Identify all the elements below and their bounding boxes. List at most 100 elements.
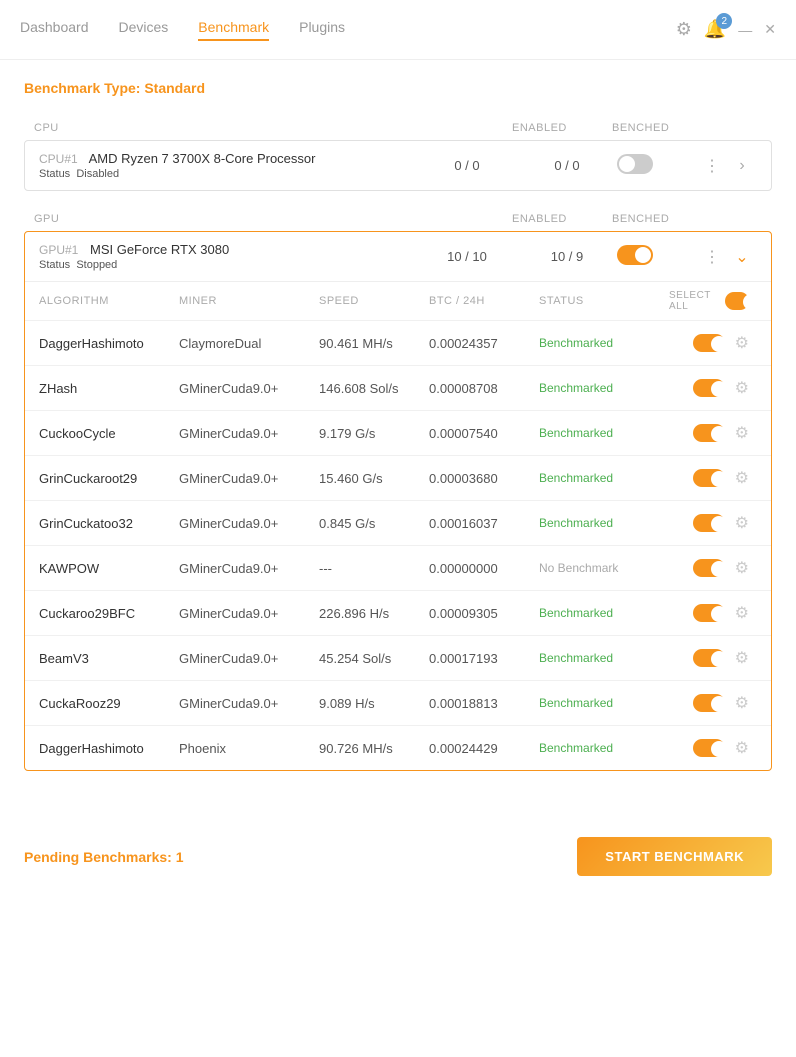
close-icon: ✕ [764,21,776,38]
gpu-label: GPU [34,213,512,225]
algo-miner: GMinerCuda9.0+ [179,561,319,576]
algo-btc24h: 0.00016037 [429,516,539,531]
cpu-enabled-stat: 0 / 0 [417,158,517,173]
algo-miner: GMinerCuda9.0+ [179,381,319,396]
gpu-section-header: GPU ENABLED BENCHED [24,207,772,231]
algo-toggle[interactable] [693,649,725,667]
algo-status: Benchmarked [539,471,669,485]
cpu-device-row: CPU#1 AMD Ryzen 7 3700X 8-Core Processor… [25,141,771,190]
algo-speed: 146.608 Sol/s [319,381,429,396]
algo-row: CuckaRooz29 GMinerCuda9.0+ 9.089 H/s 0.0… [25,680,771,725]
cpu-toggle[interactable] [617,154,697,177]
gpu-device-name-row: GPU#1 MSI GeForce RTX 3080 [39,242,417,257]
cpu-chevron-button[interactable]: › [727,157,757,175]
algo-status: Benchmarked [539,741,669,755]
cpu-device-id: CPU#1 [39,152,78,166]
algo-settings-icon[interactable]: ⚙ [735,693,749,713]
algo-row: KAWPOW GMinerCuda9.0+ --- 0.00000000 No … [25,545,771,590]
algo-settings-icon[interactable]: ⚙ [735,648,749,668]
algo-row-actions: ⚙ [669,468,749,488]
algo-status: Benchmarked [539,381,669,395]
gpu-enabled-label: ENABLED [512,213,612,225]
algo-settings-icon[interactable]: ⚙ [735,513,749,533]
notification-button[interactable]: 🔔 2 [704,19,726,40]
gpu-chevron-button[interactable]: ⌄ [727,247,757,267]
select-all-label: SELECT ALL [669,290,717,312]
tab-plugins[interactable]: Plugins [299,19,345,41]
algo-status: Benchmarked [539,336,669,350]
algo-speed: 9.089 H/s [319,696,429,711]
minimize-button[interactable]: — [738,22,752,38]
algo-toggle[interactable] [693,514,725,532]
algo-settings-icon[interactable]: ⚙ [735,468,749,488]
algo-name: ZHash [39,381,179,396]
algo-settings-icon[interactable]: ⚙ [735,738,749,758]
cpu-label: CPU [34,122,512,134]
algo-toggle[interactable] [693,694,725,712]
algo-name: GrinCuckatoo32 [39,516,179,531]
algo-rows-container: DaggerHashimoto ClaymoreDual 90.461 MH/s… [25,320,771,770]
algo-row: Cuckaroo29BFC GMinerCuda9.0+ 226.896 H/s… [25,590,771,635]
main-content: Benchmark Type: Standard CPU ENABLED BEN… [0,60,796,807]
algo-settings-icon[interactable]: ⚙ [735,603,749,623]
benchmark-type-label: Benchmark Type: [24,80,140,96]
algo-settings-icon[interactable]: ⚙ [735,333,749,353]
algo-name: CuckaRooz29 [39,696,179,711]
cpu-kebab-button[interactable]: ⋮ [697,156,727,176]
algo-status: No Benchmark [539,561,669,575]
gpu-toggle-switch[interactable] [617,245,653,265]
gear-icon: ⚙ [676,19,692,40]
algo-miner: Phoenix [179,741,319,756]
pending-label: Pending Benchmarks: [24,849,172,865]
tab-benchmark[interactable]: Benchmark [198,19,269,41]
algo-toggle[interactable] [693,334,725,352]
algo-col-miner: MINER [179,295,319,307]
top-actions: ⚙ 🔔 2 — ✕ [676,19,776,40]
algo-row-actions: ⚙ [669,378,749,398]
algo-toggle[interactable] [693,424,725,442]
gpu-toggle[interactable] [617,245,697,268]
cpu-toggle-switch[interactable] [617,154,653,174]
top-bar: Dashboard Devices Benchmark Plugins ⚙ 🔔 … [0,0,796,60]
algo-btc24h: 0.00003680 [429,471,539,486]
algo-toggle[interactable] [693,379,725,397]
cpu-benched-stat: 0 / 0 [517,158,617,173]
select-all-toggle[interactable] [725,292,749,310]
algo-settings-icon[interactable]: ⚙ [735,378,749,398]
notification-badge: 2 [716,13,732,29]
cpu-device-name-row: CPU#1 AMD Ryzen 7 3700X 8-Core Processor [39,151,417,166]
algo-settings-icon[interactable]: ⚙ [735,423,749,443]
algo-speed: --- [319,561,429,576]
gpu-kebab-button[interactable]: ⋮ [697,247,727,267]
close-button[interactable]: ✕ [764,21,776,38]
algo-row: GrinCuckatoo32 GMinerCuda9.0+ 0.845 G/s … [25,500,771,545]
algo-row: BeamV3 GMinerCuda9.0+ 45.254 Sol/s 0.000… [25,635,771,680]
gpu-device-status: Status Stopped [39,259,417,271]
algo-name: KAWPOW [39,561,179,576]
gpu-device-info: GPU#1 MSI GeForce RTX 3080 Status Stoppe… [39,242,417,271]
algo-toggle[interactable] [693,604,725,622]
algo-status: Benchmarked [539,696,669,710]
pending-benchmarks-text: Pending Benchmarks: 1 [24,849,184,865]
gpu-device-id: GPU#1 [39,243,78,257]
algo-col-speed: SPEED [319,295,429,307]
tab-dashboard[interactable]: Dashboard [20,19,89,41]
algo-col-btc24h: BTC / 24H [429,295,539,307]
algo-toggle[interactable] [693,559,725,577]
algo-status: Benchmarked [539,426,669,440]
algo-toggle[interactable] [693,469,725,487]
algo-speed: 90.461 MH/s [319,336,429,351]
tab-devices[interactable]: Devices [119,19,169,41]
settings-button[interactable]: ⚙ [676,19,692,40]
algo-settings-icon[interactable]: ⚙ [735,558,749,578]
algo-row-actions: ⚙ [669,513,749,533]
algo-speed: 226.896 H/s [319,606,429,621]
cpu-enabled-label: ENABLED [512,122,612,134]
start-benchmark-button[interactable]: START BENCHMARK [577,837,772,876]
nav-tabs: Dashboard Devices Benchmark Plugins [20,19,676,41]
algo-miner: GMinerCuda9.0+ [179,426,319,441]
algo-row-actions: ⚙ [669,423,749,443]
algo-btc24h: 0.00007540 [429,426,539,441]
gpu-benched-label: BENCHED [612,213,712,225]
algo-toggle[interactable] [693,739,725,757]
